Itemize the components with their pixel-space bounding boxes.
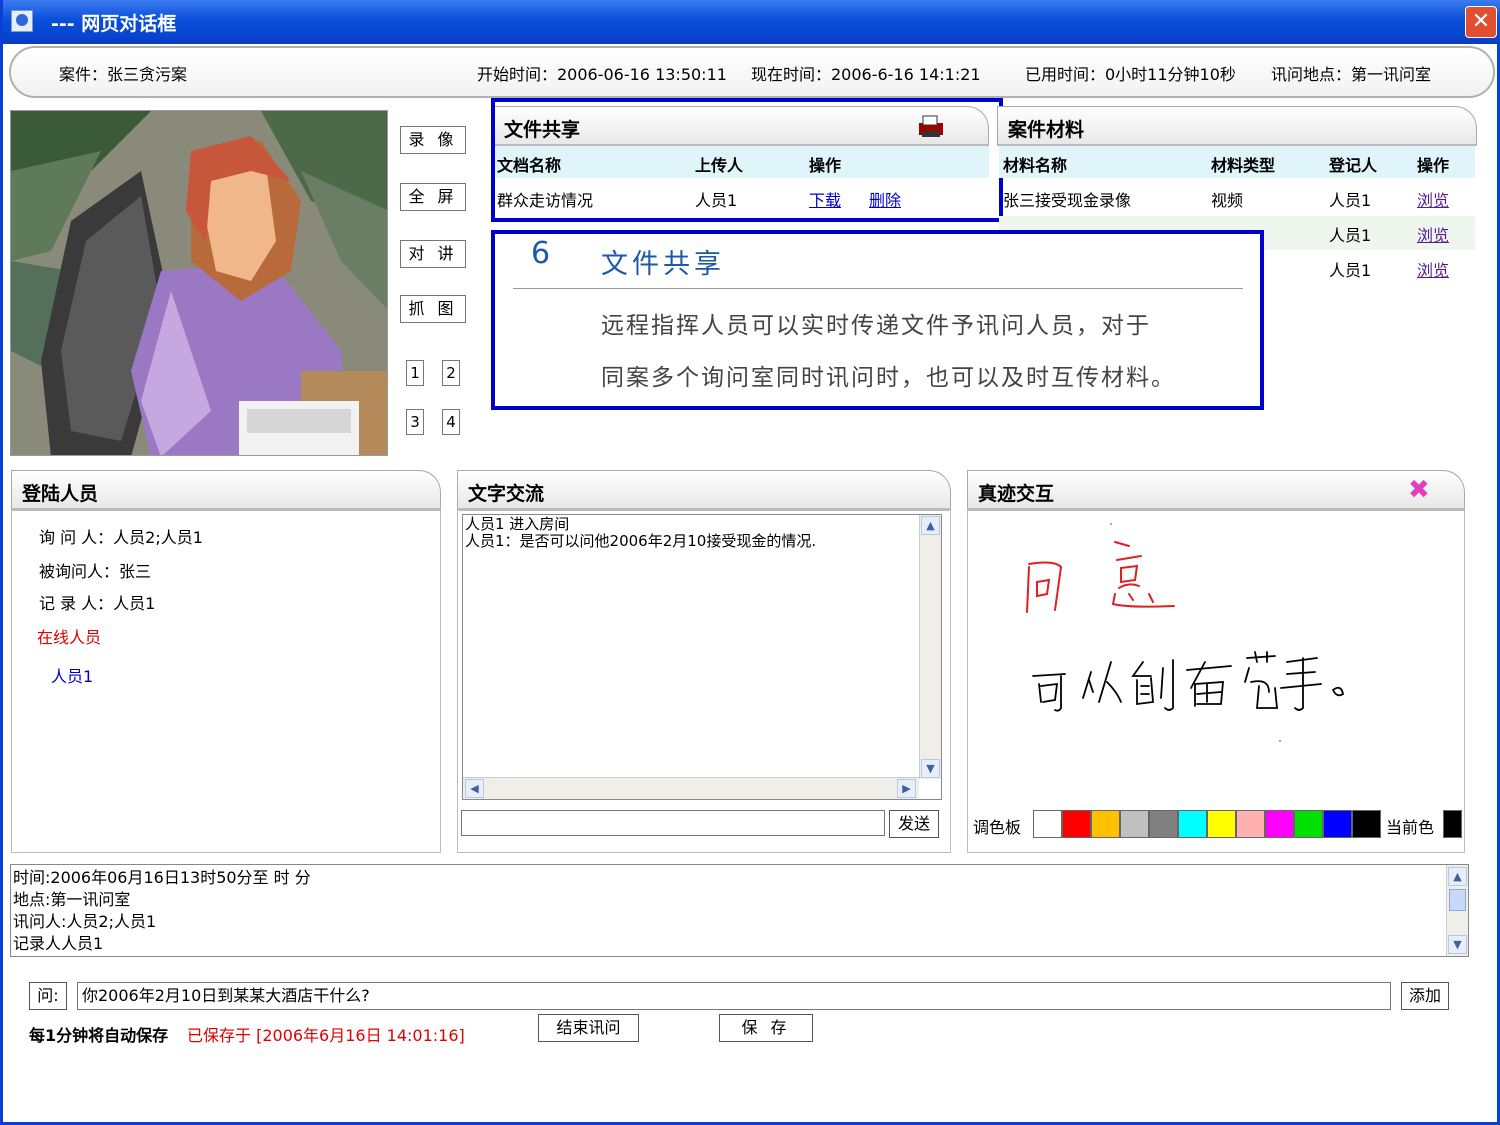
scroll-thumb[interactable] bbox=[1449, 889, 1466, 911]
color-swatch[interactable] bbox=[1091, 810, 1120, 838]
record-scrollbar[interactable]: ▲ ▼ bbox=[1446, 865, 1468, 956]
callout-line-2: 同案多个询问室同时讯问时，也可以及时互传材料。 bbox=[601, 365, 1176, 391]
channel-1-button[interactable]: 1 bbox=[406, 360, 424, 386]
current-time: 现在时间：2006-6-16 14:1:21 bbox=[751, 65, 981, 84]
color-swatch[interactable] bbox=[1149, 810, 1178, 838]
interrogation-location: 讯问地点：第一讯问室 bbox=[1271, 65, 1432, 84]
scroll-left-icon[interactable]: ◀ bbox=[465, 779, 484, 798]
table-row: 张三接受现金录像 视频 人员1 浏览 bbox=[999, 181, 1475, 215]
dialog-window: --- 网页对话框 ✕ 案件：张三贪污案 开始时间：2006-06-16 13:… bbox=[0, 0, 1500, 1125]
color-swatch[interactable] bbox=[1207, 810, 1236, 838]
scroll-down-icon[interactable]: ▼ bbox=[1448, 935, 1467, 954]
close-button[interactable]: ✕ bbox=[1465, 6, 1497, 38]
chat-line: 人员1 进入房间 bbox=[465, 515, 570, 533]
interrogator-text: 询 问 人：人员2;人员1 bbox=[39, 528, 203, 547]
scroll-down-icon[interactable]: ▼ bbox=[921, 759, 940, 778]
material-registrar: 人员1 bbox=[1329, 226, 1372, 245]
col-action: 操作 bbox=[1417, 156, 1450, 175]
color-swatch[interactable] bbox=[1062, 810, 1091, 838]
scroll-right-icon[interactable]: ▶ bbox=[897, 779, 916, 798]
browse-link[interactable]: 浏览 bbox=[1417, 222, 1449, 246]
color-swatch[interactable] bbox=[1033, 810, 1062, 838]
scroll-up-icon[interactable]: ▲ bbox=[921, 516, 940, 535]
col-registrar: 登记人 bbox=[1329, 156, 1378, 175]
chat-header: 文字交流 bbox=[457, 470, 951, 510]
color-swatch[interactable] bbox=[1323, 810, 1352, 838]
chat-log[interactable]: 人员1 进入房间 人员1：是否可以问他2006年2月10接受现金的情况. ▲ ▼… bbox=[462, 514, 942, 800]
add-button[interactable]: 添加 bbox=[1401, 982, 1449, 1010]
material-registrar: 人员1 bbox=[1329, 191, 1372, 210]
browse-link[interactable]: 浏览 bbox=[1417, 257, 1449, 281]
handwriting-title: 真迹交互 bbox=[978, 483, 1055, 505]
color-swatch[interactable] bbox=[1294, 810, 1323, 838]
case-material-header: 案件材料 bbox=[997, 106, 1477, 146]
ie-page-icon bbox=[11, 10, 33, 32]
login-title: 登陆人员 bbox=[22, 483, 99, 505]
material-name: 张三接受现金录像 bbox=[1003, 191, 1132, 210]
start-time: 开始时间：2006-06-16 13:50:11 bbox=[477, 65, 727, 84]
record-textarea[interactable]: 时间:2006年06月16日13时50分至 时 分 地点:第一讯问室 讯问人:人… bbox=[10, 864, 1469, 957]
window-title: --- 网页对话框 bbox=[51, 13, 177, 35]
interrogee-text: 被询问人：张三 bbox=[39, 562, 152, 581]
login-header: 登陆人员 bbox=[11, 470, 441, 510]
video-preview[interactable] bbox=[10, 110, 388, 456]
title-bar: --- 网页对话框 ✕ bbox=[3, 0, 1500, 44]
case-info-bar: 案件：张三贪污案 开始时间：2006-06-16 13:50:11 现在时间：2… bbox=[9, 46, 1495, 98]
intercom-button[interactable]: 对 讲 bbox=[400, 240, 466, 268]
callout-title: 文件共享 bbox=[601, 249, 725, 280]
scroll-up-icon[interactable]: ▲ bbox=[1448, 867, 1467, 886]
color-swatch[interactable] bbox=[1236, 810, 1265, 838]
clear-icon[interactable]: ✖ bbox=[1408, 475, 1430, 505]
end-interrogation-button[interactable]: 结束讯问 bbox=[538, 1014, 639, 1042]
color-swatch[interactable] bbox=[1120, 810, 1149, 838]
case-name: 案件：张三贪污案 bbox=[59, 65, 188, 84]
elapsed-time: 已用时间：0小时11分钟10秒 bbox=[1025, 65, 1236, 84]
chat-vertical-scrollbar[interactable]: ▲ ▼ bbox=[919, 515, 941, 779]
channel-4-button[interactable]: 4 bbox=[442, 409, 460, 435]
capture-button[interactable]: 抓 图 bbox=[400, 295, 466, 323]
record-video-button[interactable]: 录 像 bbox=[400, 126, 466, 154]
col-material-type: 材料类型 bbox=[1211, 156, 1276, 175]
chat-horizontal-scrollbar[interactable]: ◀ ▶ bbox=[463, 777, 919, 799]
material-registrar: 人员1 bbox=[1329, 261, 1372, 280]
chat-line: 人员1：是否可以问他2006年2月10接受现金的情况. bbox=[465, 532, 817, 550]
record-line: 时间:2006年06月16日13时50分至 时 分 bbox=[13, 868, 311, 887]
question-label: 问: bbox=[29, 982, 67, 1010]
current-color-swatch bbox=[1443, 810, 1462, 838]
case-material-title: 案件材料 bbox=[1008, 119, 1085, 141]
channel-3-button[interactable]: 3 bbox=[406, 409, 424, 435]
callout-number: 6 bbox=[531, 236, 551, 271]
recorder-text: 记 录 人：人员1 bbox=[39, 594, 156, 613]
question-input[interactable]: 你2006年2月10日到某某大酒店干什么? bbox=[77, 982, 1391, 1010]
fullscreen-button[interactable]: 全 屏 bbox=[400, 183, 466, 211]
chat-title: 文字交流 bbox=[468, 483, 545, 505]
handwriting-canvas[interactable] bbox=[969, 512, 1463, 802]
chat-input[interactable] bbox=[461, 810, 885, 836]
palette-label: 调色板 bbox=[973, 818, 1022, 837]
send-button[interactable]: 发送 bbox=[889, 810, 939, 838]
browse-link[interactable]: 浏览 bbox=[1417, 187, 1449, 211]
callout-line-1: 远程指挥人员可以实时传递文件予讯问人员，对于 bbox=[601, 313, 1151, 339]
saved-status: 已保存于 [2006年6月16日 14:01:16] bbox=[187, 1026, 465, 1045]
online-user[interactable]: 人员1 bbox=[51, 663, 93, 687]
callout-divider bbox=[513, 288, 1243, 289]
channel-2-button[interactable]: 2 bbox=[442, 360, 460, 386]
color-swatch[interactable] bbox=[1178, 810, 1207, 838]
case-material-table-header: 材料名称 材料类型 登记人 操作 bbox=[999, 146, 1475, 178]
save-button[interactable]: 保 存 bbox=[719, 1014, 813, 1042]
online-label: 在线人员 bbox=[37, 628, 102, 647]
video-frame-image bbox=[11, 111, 387, 455]
material-type: 视频 bbox=[1211, 191, 1244, 210]
autosave-text: 每1分钟将自动保存 bbox=[29, 1026, 169, 1045]
handwriting-header: 真迹交互 ✖ bbox=[967, 470, 1465, 510]
col-material-name: 材料名称 bbox=[1003, 156, 1068, 175]
current-color-label: 当前色 bbox=[1386, 818, 1435, 837]
feature-callout: 6 文件共享 远程指挥人员可以实时传递文件予讯问人员，对于 同案多个询问室同时讯… bbox=[491, 230, 1264, 410]
record-line: 地点:第一讯问室 bbox=[13, 890, 131, 909]
record-line: 讯问人:人员2;人员1 bbox=[13, 912, 157, 931]
color-swatch[interactable] bbox=[1352, 810, 1381, 838]
record-line: 记录人人员1 bbox=[13, 934, 104, 953]
file-share-highlight bbox=[491, 98, 1003, 222]
color-swatch[interactable] bbox=[1265, 810, 1294, 838]
